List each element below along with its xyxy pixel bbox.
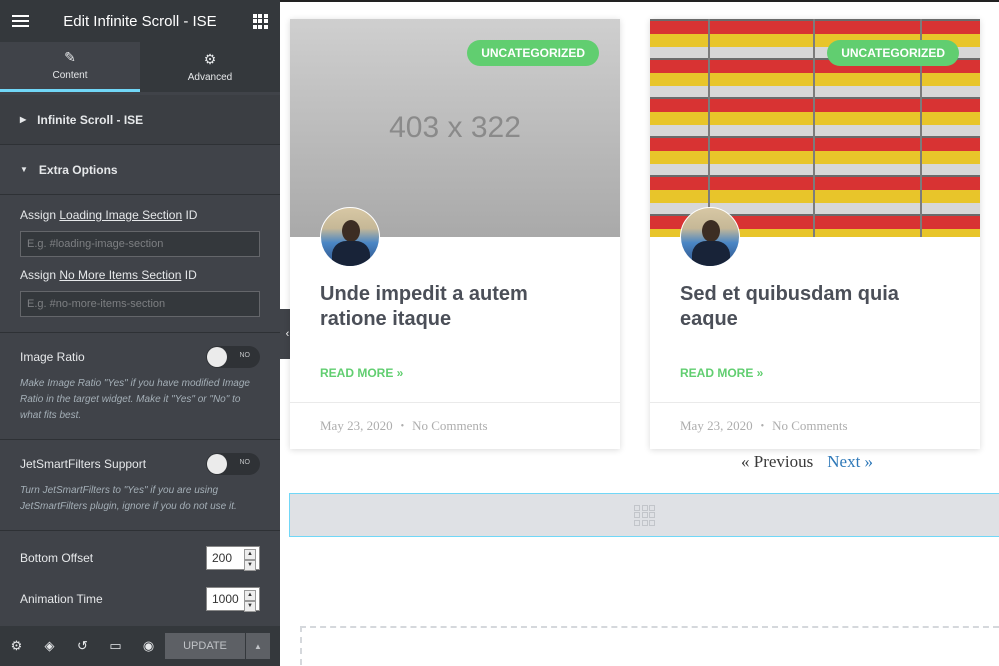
no-more-section-input[interactable]	[20, 291, 260, 317]
post-title[interactable]: Unde impedit a autem ratione itaque	[320, 282, 590, 332]
toggle-state: NO	[239, 352, 251, 359]
placeholder-text: 403 x 322	[389, 111, 521, 144]
panel-title: Edit Infinite Scroll - ISE	[63, 12, 217, 30]
author-avatar	[320, 207, 380, 267]
category-badge[interactable]: UNCATEGORIZED	[827, 40, 959, 66]
no-more-section-prefix: Assign	[20, 268, 60, 282]
comments-link[interactable]: No Comments	[412, 418, 487, 434]
editor-panel: Edit Infinite Scroll - ISE ✎ Content ⚙ A…	[0, 0, 280, 666]
update-button[interactable]: UPDATE	[165, 633, 245, 659]
navigator-layers-icon[interactable]: ◈	[33, 626, 66, 666]
read-more-link[interactable]: READ MORE »	[680, 366, 763, 380]
section-grid-icon	[634, 504, 655, 526]
post-meta: May 23, 2020 • No Comments	[290, 402, 620, 449]
jetsmart-label: JetSmartFilters Support	[20, 457, 147, 471]
tab-advanced-label: Advanced	[187, 71, 233, 83]
post-thumbnail[interactable]: UNCATEGORIZED	[650, 19, 980, 237]
read-more-link[interactable]: READ MORE »	[320, 366, 403, 380]
hamburger-menu-icon[interactable]	[0, 0, 40, 42]
image-ratio-control: Image Ratio NO Make Image Ratio "Yes" if…	[0, 333, 280, 424]
post-meta: May 23, 2020 • No Comments	[650, 402, 980, 449]
preview-eye-icon[interactable]: ◉	[132, 626, 165, 666]
toggle-knob	[207, 347, 227, 367]
no-more-section-suffix: ID	[181, 268, 197, 282]
section-extra-options[interactable]: ▼ Extra Options	[0, 145, 280, 195]
number-spinner[interactable]: ▲ ▼	[244, 590, 256, 612]
caret-down-icon: ▼	[20, 165, 28, 174]
bottom-offset-input[interactable]: 200 ▲ ▼	[206, 546, 260, 571]
jetsmart-toggle[interactable]: NO	[206, 453, 260, 475]
post-date: May 23, 2020	[320, 418, 393, 433]
panel-tabs: ✎ Content ⚙ Advanced	[0, 42, 280, 92]
bottom-offset-control: Bottom Offset 200 ▲ ▼	[0, 531, 280, 571]
update-options-icon[interactable]: ▲	[246, 633, 270, 659]
section-infinite-scroll[interactable]: ▶ Infinite Scroll - ISE	[0, 95, 280, 145]
section-extra-options-label: Extra Options	[38, 162, 118, 177]
number-spinner[interactable]: ▲ ▼	[244, 549, 256, 571]
image-ratio-toggle[interactable]: NO	[206, 346, 260, 368]
animation-time-control: Animation Time 1000 ▲ ▼	[0, 570, 280, 612]
meta-separator-icon: •	[400, 420, 405, 432]
selected-section[interactable]	[289, 493, 999, 537]
section-infinite-scroll-label: Infinite Scroll - ISE	[37, 112, 144, 127]
meta-separator-icon: •	[760, 420, 765, 432]
post-date: May 23, 2020	[680, 418, 753, 433]
toggle-state: NO	[239, 459, 251, 466]
animation-time-value: 1000	[212, 592, 239, 606]
post-title[interactable]: Sed et quibusdam quia eaque	[680, 282, 950, 332]
category-badge[interactable]: UNCATEGORIZED	[467, 40, 599, 66]
caret-right-icon: ▶	[20, 115, 27, 124]
image-ratio-label: Image Ratio	[20, 350, 85, 364]
tab-content-label: Content	[52, 70, 88, 81]
loading-section-link[interactable]: Loading Image Section	[59, 208, 182, 222]
bottom-offset-label: Bottom Offset	[20, 551, 94, 565]
toggle-knob	[207, 454, 227, 474]
loading-section-input[interactable]	[20, 231, 260, 257]
add-section-dropzone[interactable]	[300, 626, 999, 666]
preview-top-border	[280, 0, 999, 2]
tab-content[interactable]: ✎ Content	[0, 42, 140, 92]
post-card: UNCATEGORIZED Sed et quibusdam quia eaqu…	[650, 19, 980, 449]
image-ratio-description: Make Image Ratio "Yes" if you have modif…	[20, 378, 250, 421]
loading-section-control: Assign Loading Image Section ID	[0, 195, 280, 257]
previous-link[interactable]: « Previous	[741, 452, 813, 472]
pencil-icon: ✎	[64, 49, 76, 65]
responsive-mode-icon[interactable]: ▭	[99, 626, 132, 666]
no-more-section-control: Assign No More Items Section ID	[0, 257, 280, 317]
settings-gear-icon[interactable]: ⚙	[0, 626, 33, 666]
bottom-offset-value: 200	[212, 551, 233, 565]
post-thumbnail[interactable]: 403 x 322 UNCATEGORIZED	[290, 19, 620, 237]
panel-header: Edit Infinite Scroll - ISE	[0, 0, 280, 42]
jetsmart-description: Turn JetSmartFilters to "Yes" if you are…	[20, 485, 237, 512]
no-more-section-label: Assign No More Items Section ID	[20, 268, 260, 282]
widgets-grid-icon[interactable]	[240, 0, 280, 42]
jetsmart-control: JetSmartFilters Support NO Turn JetSmart…	[0, 440, 280, 515]
animation-time-input[interactable]: 1000 ▲ ▼	[206, 587, 260, 612]
loading-section-label: Assign Loading Image Section ID	[20, 208, 260, 222]
loading-section-prefix: Assign	[20, 208, 60, 222]
gear-icon: ⚙	[203, 50, 217, 67]
author-avatar	[680, 207, 740, 267]
post-card: 403 x 322 UNCATEGORIZED Unde impedit a a…	[290, 19, 620, 449]
next-link[interactable]: Next »	[827, 452, 873, 472]
animation-time-label: Animation Time	[20, 592, 103, 606]
panel-footer: ⚙ ◈ ↺ ▭ ◉ UPDATE ▲	[0, 626, 280, 666]
history-icon[interactable]: ↺	[66, 626, 99, 666]
loading-section-suffix: ID	[182, 208, 198, 222]
pagination: « Previous Next »	[741, 452, 873, 472]
tab-advanced[interactable]: ⚙ Advanced	[140, 42, 280, 92]
comments-link[interactable]: No Comments	[772, 418, 847, 434]
no-more-section-link[interactable]: No More Items Section	[59, 268, 181, 282]
